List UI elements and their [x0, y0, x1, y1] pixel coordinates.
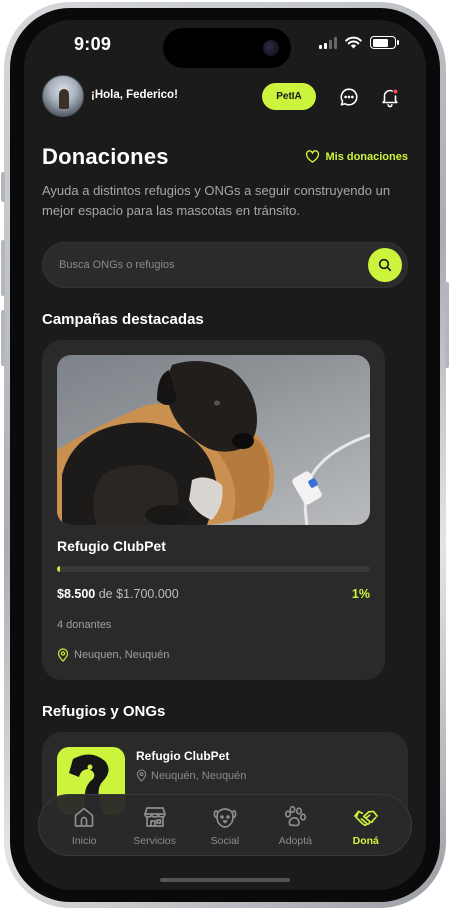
org-name: Refugio ClubPet	[136, 749, 230, 763]
status-time: 9:09	[74, 34, 112, 54]
campaign-of-label: de	[98, 587, 113, 601]
campaign-photo	[57, 355, 370, 525]
greeting-text: ¡Hola, Federico!	[91, 89, 178, 101]
page-subtitle: Ayuda a distintos refugios y ONGs a segu…	[42, 183, 391, 218]
wifi-icon	[345, 36, 362, 49]
nav-label: Social	[210, 834, 240, 847]
search-icon	[378, 258, 392, 272]
dog-face-icon	[212, 804, 238, 830]
dynamic-island	[163, 28, 291, 68]
org-location-text: Neuquén, Neuquén	[151, 769, 247, 782]
location-pin-icon	[57, 648, 69, 662]
phone-volume-up-button	[1, 240, 5, 296]
store-icon	[142, 804, 168, 830]
campaign-goal: $1.700.000	[116, 587, 179, 601]
campaign-location-text: Neuquen, Neuquén	[74, 649, 170, 661]
nav-item-servicios[interactable]: Servicios	[124, 804, 186, 847]
campaign-name: Refugio ClubPet	[57, 538, 166, 554]
page-title: Donaciones	[42, 144, 169, 169]
battery-icon	[370, 36, 399, 49]
nav-label: Doná	[352, 834, 379, 847]
app-screen: 9:09 ¡Hola, Federico! PetIA Donaciones M…	[24, 20, 426, 890]
petia-button[interactable]: PetIA	[262, 83, 316, 110]
campaign-progress-bar	[57, 566, 370, 572]
handshake-icon	[353, 804, 379, 830]
campaign-progress-fill	[57, 566, 61, 572]
bell-icon[interactable]	[377, 84, 403, 110]
user-avatar[interactable]	[42, 75, 84, 117]
home-icon	[71, 804, 97, 830]
my-donations-link[interactable]: Mis donaciones	[305, 150, 408, 163]
status-icons	[319, 36, 399, 49]
home-indicator	[160, 878, 290, 882]
search-input[interactable]	[43, 243, 363, 287]
nav-item-dona[interactable]: Doná	[335, 804, 397, 847]
campaign-donors: 4 donantes	[57, 619, 112, 631]
campaign-amount: $8.500 de $1.700.000	[57, 587, 179, 601]
chat-icon[interactable]	[336, 84, 362, 110]
nav-label: Servicios	[133, 834, 176, 847]
bottom-nav: Inicio Servicios Social Adoptá Doná	[38, 794, 412, 856]
campaign-raised: $8.500	[57, 587, 96, 601]
heart-icon	[306, 150, 320, 163]
paw-icon	[282, 804, 308, 830]
phone-volume-down-button	[1, 310, 5, 366]
featured-section-title: Campañas destacadas	[42, 311, 204, 328]
phone-side-button	[1, 172, 5, 202]
nav-label: Inicio	[71, 834, 97, 847]
org-location: Neuquén, Neuquén	[136, 769, 246, 782]
campaign-location: Neuquen, Neuquén	[57, 648, 169, 662]
search-bar	[42, 242, 408, 288]
campaign-card[interactable]: Refugio ClubPet $8.500 de $1.700.000 1% …	[42, 340, 385, 680]
search-button[interactable]	[368, 248, 402, 282]
my-donations-label: Mis donaciones	[325, 150, 408, 163]
orgs-section-title: Refugios y ONGs	[42, 703, 166, 720]
nav-label: Adoptá	[278, 834, 312, 847]
nav-item-inicio[interactable]: Inicio	[53, 804, 115, 847]
location-pin-icon	[136, 769, 147, 782]
cellular-signal-icon	[319, 36, 337, 49]
front-camera-icon	[263, 40, 279, 56]
phone-power-button	[445, 282, 449, 368]
nav-item-social[interactable]: Social	[194, 804, 256, 847]
campaign-percent: 1%	[351, 587, 370, 601]
nav-item-adopta[interactable]: Adoptá	[264, 804, 326, 847]
